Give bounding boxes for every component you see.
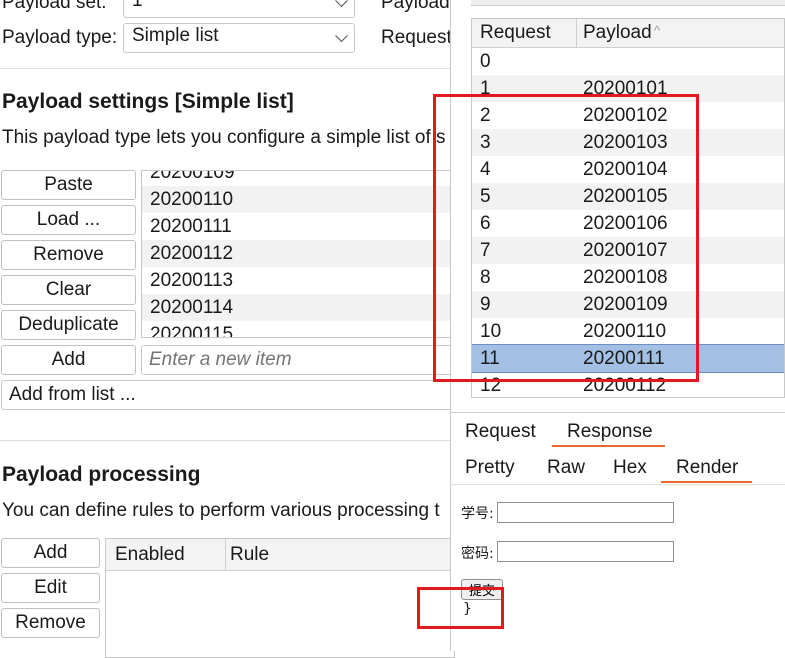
payload-processing-description: You can define rules to perform various … <box>2 500 440 521</box>
column-request[interactable]: Request <box>480 22 551 44</box>
list-item[interactable]: 20200114 <box>142 294 460 321</box>
sort-ascending-icon: ^ <box>654 23 661 38</box>
column-enabled[interactable]: Enabled <box>115 544 185 566</box>
active-view-underline <box>661 481 752 483</box>
edit-rule-button[interactable]: Edit <box>1 573 100 603</box>
tab-hex[interactable]: Hex <box>613 457 647 479</box>
pane-divider <box>450 412 785 413</box>
tab-render[interactable]: Render <box>676 457 738 479</box>
deduplicate-button[interactable]: Deduplicate <box>1 310 136 340</box>
student-id-field[interactable] <box>497 502 674 523</box>
rules-table[interactable]: Enabled Rule <box>105 538 455 658</box>
list-item[interactable]: 20200110 <box>142 186 460 213</box>
section-divider <box>0 68 450 69</box>
payload-set-value: 1 <box>132 0 143 11</box>
payload-list[interactable]: 20200109 20200110 20200111 20200112 2020… <box>141 170 461 338</box>
payload-set-select[interactable]: 1 <box>123 0 355 18</box>
list-item[interactable]: 20200111 <box>142 213 460 240</box>
results-table-header: Request Payload ^ <box>472 19 784 48</box>
column-payload[interactable]: Payload <box>583 22 652 44</box>
payload-type-value: Simple list <box>132 25 219 46</box>
remove-button[interactable]: Remove <box>1 240 136 270</box>
new-item-input[interactable] <box>141 345 461 375</box>
remove-rule-button[interactable]: Remove <box>1 608 100 638</box>
list-item[interactable]: 20200115 <box>142 321 460 337</box>
add-item-button[interactable]: Add <box>1 345 136 375</box>
list-item[interactable]: 20200113 <box>142 267 460 294</box>
active-tab-underline <box>552 445 665 447</box>
payload-settings-description: This payload type lets you configure a s… <box>2 127 446 148</box>
chevron-down-icon <box>335 0 348 8</box>
add-rule-button[interactable]: Add <box>1 538 100 568</box>
request-count-label: Request <box>381 27 452 48</box>
payload-set-label: Payload set: <box>2 0 107 13</box>
payload-count-label: Payload <box>381 0 450 13</box>
clear-button[interactable]: Clear <box>1 275 136 305</box>
password-label: 密码: <box>461 546 494 562</box>
render-divider <box>450 484 785 485</box>
tab-request[interactable]: Request <box>465 421 536 443</box>
list-item[interactable]: 20200109 <box>142 171 460 186</box>
load-button[interactable]: Load ... <box>1 205 136 235</box>
password-field[interactable] <box>497 541 674 562</box>
rules-table-header: Enabled Rule <box>106 539 454 571</box>
column-rule[interactable]: Rule <box>230 544 269 566</box>
table-row[interactable]: 0 <box>472 48 784 75</box>
tab-raw[interactable]: Raw <box>547 457 585 479</box>
payload-type-label: Payload type: <box>2 27 118 48</box>
tab-response[interactable]: Response <box>567 421 653 443</box>
payload-settings-title: Payload settings [Simple list] <box>2 90 294 113</box>
payload-type-select[interactable]: Simple list <box>123 23 355 53</box>
list-item[interactable]: 20200112 <box>142 240 460 267</box>
chevron-down-icon <box>335 29 348 43</box>
highlight-annotation-box <box>433 94 699 382</box>
tab-pretty[interactable]: Pretty <box>465 457 515 479</box>
payload-processing-title: Payload processing <box>2 463 201 486</box>
section-divider <box>0 440 450 441</box>
highlight-annotation-box <box>417 587 504 629</box>
student-id-label: 学号: <box>461 506 494 522</box>
paste-button[interactable]: Paste <box>1 170 136 200</box>
add-from-list-select[interactable]: Add from list ... <box>1 380 461 410</box>
